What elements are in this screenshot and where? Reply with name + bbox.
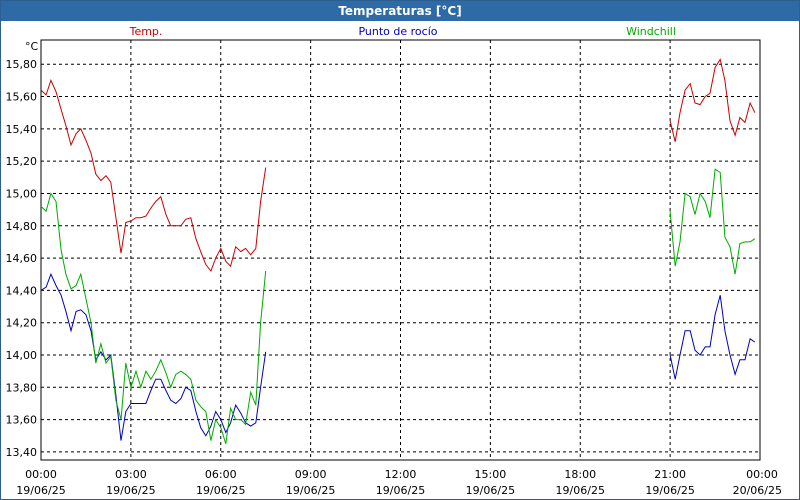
y-tick-label: 15,00 xyxy=(6,187,38,200)
y-tick-label: 14,60 xyxy=(6,252,38,265)
x-tick-time: 00:00 xyxy=(746,468,778,481)
y-tick-label: 14,80 xyxy=(6,220,38,233)
x-tick-date: 19/06/25 xyxy=(106,484,155,497)
temperature-chart: 13,40 13,60 13,80 14,00 14,20 14,40 14,60 14,80… xyxy=(6,25,783,497)
y-tick-label: 14,00 xyxy=(6,349,38,362)
y-tick-label: 13,40 xyxy=(6,446,38,459)
x-tick-date: 19/06/25 xyxy=(16,484,65,497)
x-tick-time: 12:00 xyxy=(385,468,417,481)
x-axis: 00:00 19/06/25 03:00 19/06/25 06:00 19/06/25 0… xyxy=(16,468,782,497)
y-tick-label: 14,40 xyxy=(6,284,38,297)
y-tick-label: 14,20 xyxy=(6,317,38,330)
x-tick-date: 19/06/25 xyxy=(645,484,694,497)
legend-entry: Temp. xyxy=(129,25,163,38)
y-tick-label: 13,60 xyxy=(6,414,38,427)
x-tick-time: 00:00 xyxy=(25,468,57,481)
legend-entry: Punto de rocío xyxy=(358,25,437,38)
x-tick-time: 15:00 xyxy=(475,468,507,481)
x-tick-date: 20/06/25 xyxy=(733,484,782,497)
y-tick-label: 15,40 xyxy=(6,123,38,136)
y-tick-label: 13,80 xyxy=(6,381,38,394)
x-tick-date: 19/06/25 xyxy=(556,484,605,497)
x-tick-time: 03:00 xyxy=(115,468,147,481)
y-tick-label: 15,80 xyxy=(6,58,38,71)
legend-entry: Windchill xyxy=(626,25,676,38)
legend: Temp. Punto de rocío Windchill xyxy=(129,25,676,38)
x-tick-time: 21:00 xyxy=(654,468,686,481)
y-axis: 13,40 13,60 13,80 14,00 14,20 14,40 14,60 14,80… xyxy=(6,58,38,459)
y-axis-unit: °C xyxy=(25,40,39,53)
y-tick-label: 15,60 xyxy=(6,91,38,104)
x-tick-date: 19/06/25 xyxy=(196,484,245,497)
x-tick-date: 19/06/25 xyxy=(376,484,425,497)
x-tick-time: 06:00 xyxy=(205,468,237,481)
x-tick-time: 09:00 xyxy=(295,468,327,481)
x-tick-date: 19/06/25 xyxy=(286,484,335,497)
x-tick-date: 19/06/25 xyxy=(466,484,515,497)
y-tick-label: 15,20 xyxy=(6,155,38,168)
x-tick-time: 18:00 xyxy=(564,468,596,481)
